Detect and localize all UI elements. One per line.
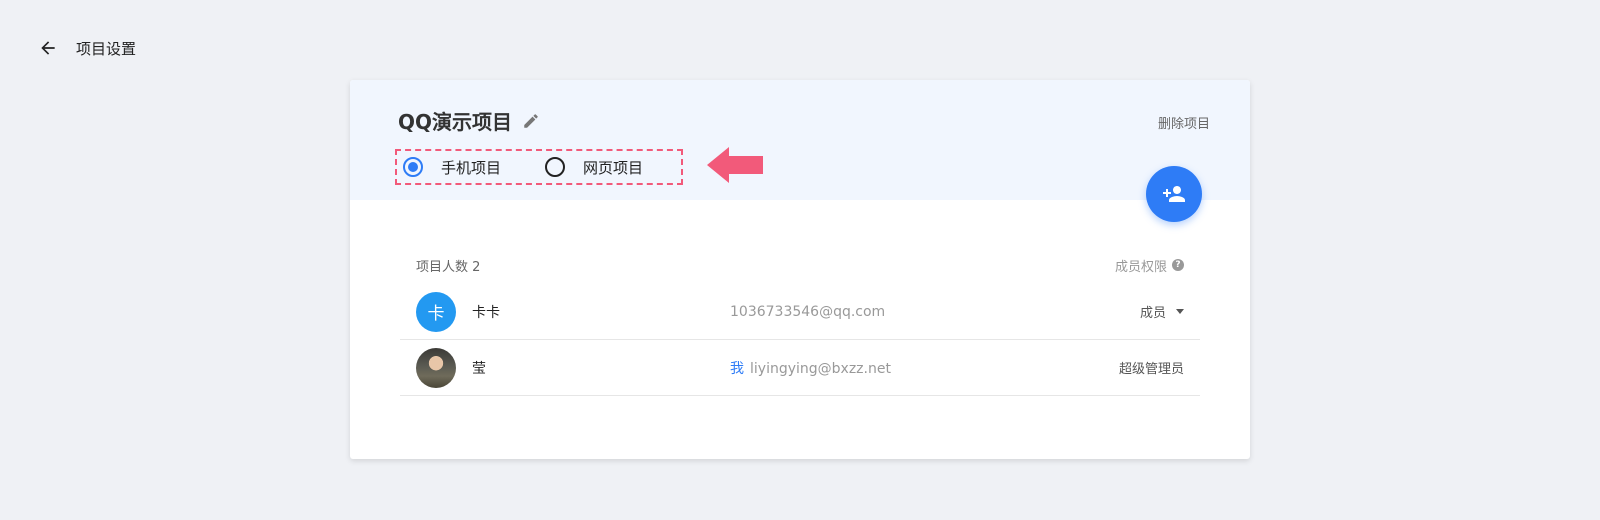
help-icon[interactable]: ? [1172, 259, 1184, 271]
avatar [416, 347, 456, 388]
members-section: 项目人数 2 成员权限 ? 卡 卡卡 1036733546@qq.com 成员 … [400, 250, 1200, 396]
page-title: 项目设置 [76, 39, 137, 58]
radio-label-mobile: 手机项目 [441, 158, 502, 177]
member-count: 项目人数 2 [416, 259, 481, 275]
role-label: 成员 [1139, 306, 1166, 321]
person-add-icon [1163, 186, 1185, 202]
member-row: 莹 我 liyingying@bxzz.net 超级管理员 [400, 340, 1200, 396]
member-row: 卡 卡卡 1036733546@qq.com 成员 [400, 284, 1200, 340]
radio-mobile-project[interactable]: 手机项目 [403, 151, 501, 183]
member-permission-label: 成员权限 [1114, 259, 1167, 275]
member-email-text: 1036733546@qq.com [730, 303, 886, 320]
project-name: QQ演示项目 [398, 110, 513, 134]
project-type-radio-group: 手机项目 网页项目 [395, 149, 683, 185]
add-member-button[interactable] [1146, 166, 1202, 222]
member-email: 我 liyingying@bxzz.net [730, 358, 891, 378]
member-email: 1036733546@qq.com [730, 304, 885, 320]
member-name: 莹 [472, 360, 486, 377]
back-button[interactable] [36, 36, 60, 60]
radio-label-web: 网页项目 [583, 158, 644, 177]
role-dropdown[interactable]: 成员 [1140, 302, 1184, 321]
project-settings-card: QQ演示项目 删除项目 手机项目 网页项目 项目人数 2 成员权限 ? 卡 卡卡… [350, 80, 1250, 459]
member-name: 卡卡 [472, 304, 500, 321]
project-header: QQ演示项目 删除项目 手机项目 网页项目 [350, 80, 1250, 222]
edit-icon[interactable] [522, 112, 540, 130]
members-header: 项目人数 2 成员权限 ? [400, 250, 1200, 280]
member-email-text: liyingying@bxzz.net [750, 360, 891, 377]
member-permission-link[interactable]: 成员权限 ? [1115, 256, 1184, 275]
arrow-left-icon [41, 41, 55, 55]
annotation-arrow-icon [707, 147, 763, 183]
caret-down-icon [1176, 309, 1184, 314]
role-label: 超级管理员 [1118, 362, 1184, 377]
project-name-row: QQ演示项目 [398, 106, 540, 135]
radio-unchecked-icon [545, 157, 566, 177]
top-bar: 项目设置 [36, 36, 136, 60]
radio-web-project[interactable]: 网页项目 [545, 151, 643, 183]
me-tag: 我 [730, 360, 744, 377]
delete-project-link[interactable]: 删除项目 [1158, 113, 1210, 132]
avatar: 卡 [416, 291, 456, 332]
radio-checked-icon [403, 157, 423, 177]
